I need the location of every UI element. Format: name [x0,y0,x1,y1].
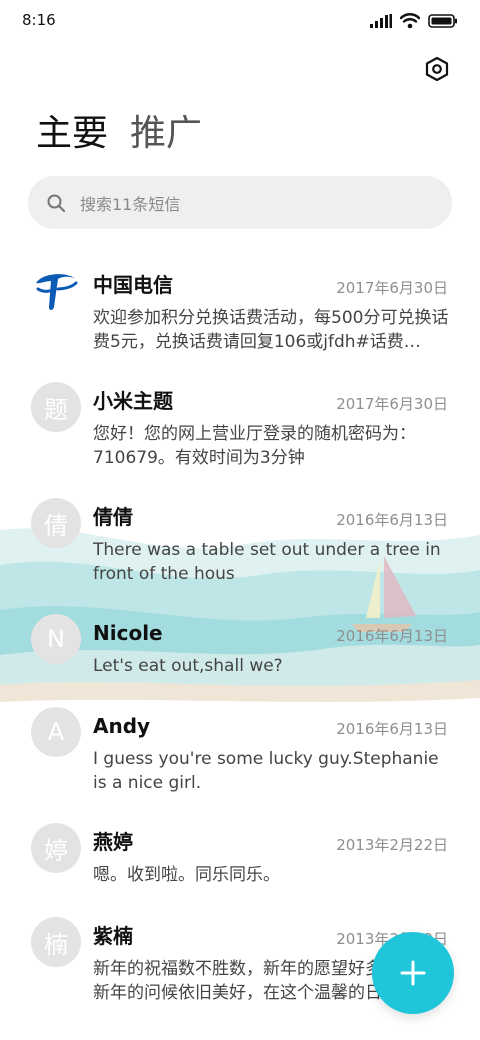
search-icon [47,194,66,212]
search-input[interactable]: 搜索11条短信 [28,176,452,229]
message-preview: 嗯。收到啦。同乐同乐。 [93,865,280,885]
message-date: 2017年6月30日 [336,279,448,297]
avatar: 倩 [31,498,81,548]
plus-icon [400,960,426,986]
message-preview: 欢迎参加积分兑换话费活动，每500分可兑换话费5元，兑换话费请回复106或jfd… [93,308,449,352]
message-preview: 您好！您的网上营业厅登录的随机密码为：710679。有效时间为3分钟 [93,424,416,468]
message-item[interactable]: 倩 倩倩 2016年6月13日 There was a table set ou… [0,494,480,594]
message-item[interactable]: 婷 燕婷 2013年2月22日 嗯。收到啦。同乐同乐。 [0,819,480,919]
message-item[interactable]: 题 小米主题 2017年6月30日 您好！您的网上营业厅登录的随机密码为：710… [0,378,480,478]
avatar: 婷 [31,823,81,873]
contact-name: 紫楠 [93,924,133,948]
message-date: 2013年2月22日 [336,836,448,854]
message-item[interactable]: 中国电信 2017年6月30日 欢迎参加积分兑换话费活动，每500分可兑换话费5… [0,262,480,362]
message-item[interactable]: N Nicole 2016年6月13日 Let's eat out,shall … [0,610,480,710]
contact-name: 燕婷 [93,830,133,854]
contact-name: Nicole [93,621,163,645]
settings-button[interactable] [420,52,454,86]
avatar: N [31,614,81,664]
message-date: 2017年6月30日 [336,395,448,413]
message-preview: I guess you're some lucky guy.Stephanie … [93,749,439,793]
battery-icon [428,14,457,28]
contact-name: Andy [93,714,151,738]
tab-bar: 主要 推广 [36,112,202,156]
tab-primary[interactable]: 主要 [36,112,108,156]
status-bar: 8:16 [0,0,480,42]
message-item[interactable]: A Andy 2016年6月13日 I guess you're some lu… [0,703,480,803]
wifi-icon [400,13,420,29]
contact-name: 倩倩 [93,505,133,529]
status-icons [370,12,458,30]
message-preview: There was a table set out under a tree i… [93,540,441,584]
avatar: A [31,707,81,757]
message-date: 2016年6月13日 [336,720,448,738]
search-placeholder: 搜索11条短信 [80,194,181,214]
status-time: 8:16 [22,11,56,29]
china-telecom-logo-icon [36,274,78,310]
message-date: 2016年6月13日 [336,627,448,645]
contact-name: 小米主题 [93,389,173,413]
avatar: 楠 [31,917,81,967]
settings-hexagon-icon [425,56,449,82]
new-message-button[interactable] [372,932,454,1014]
message-date: 2016年6月13日 [336,511,448,529]
china-telecom-logo-avatar [31,266,81,316]
contact-name: 中国电信 [93,273,173,297]
tab-promotions[interactable]: 推广 [130,112,202,156]
signal-icon [370,14,392,28]
avatar: 题 [31,382,81,432]
message-preview: Let's eat out,shall we? [93,656,283,676]
